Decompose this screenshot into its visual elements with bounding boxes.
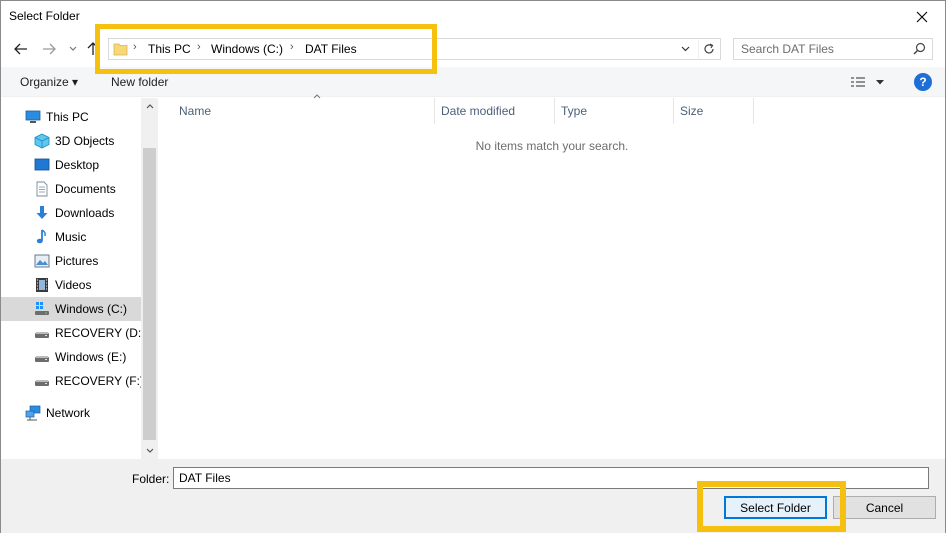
close-button[interactable] [899,1,945,32]
video-icon [34,277,50,293]
folder-icon [113,41,129,60]
scroll-up-button[interactable] [141,98,158,115]
chevron-down-icon [681,46,689,52]
document-icon [34,181,50,197]
chevron-down-icon [146,448,153,453]
search-icon[interactable] [913,42,926,58]
sidebar-item-this-pc[interactable]: This PC [1,105,141,129]
sidebar-item-3d-objects[interactable]: 3D Objects [1,129,141,153]
sidebar-item-documents[interactable]: Documents [1,177,141,201]
change-view-button[interactable] [850,73,890,91]
cancel-button[interactable]: Cancel [833,496,936,519]
dialog-footer: Folder: Select Folder Cancel [1,459,945,533]
sort-ascending-icon [313,94,321,99]
chevron-down-icon [876,79,884,84]
windows-drive-icon [34,301,50,317]
sidebar-item-music[interactable]: Music [1,225,141,249]
navigation-pane: This PC 3D Objects Desktop Documents Dow… [1,98,158,459]
column-header-size[interactable]: Size [674,98,754,124]
address-bar[interactable]: › This PC › Windows (C:) › DAT Files [108,38,721,60]
sidebar-item-network[interactable]: Network [1,401,141,425]
sidebar-item-desktop[interactable]: Desktop [1,153,141,177]
help-button[interactable]: ? [914,73,932,91]
sidebar-item-downloads[interactable]: Downloads [1,201,141,225]
file-list: Name Date modified Type Size No items ma… [159,94,945,459]
network-icon [25,405,41,421]
breadcrumb-windows-c[interactable]: Windows (C:) [211,42,283,56]
picture-icon [34,253,50,269]
select-folder-button[interactable]: Select Folder [724,496,827,519]
desktop-icon [34,157,50,173]
forward-button[interactable] [39,40,59,58]
download-icon [34,205,50,221]
sidebar-item-videos[interactable]: Videos [1,273,141,297]
select-folder-dialog: Select Folder › This PC › Windows (C:) › [0,0,946,533]
empty-message: No items match your search. [475,139,629,153]
drive-icon [34,325,50,341]
scroll-down-button[interactable] [141,442,158,459]
computer-icon [25,109,41,125]
recent-locations-button[interactable] [63,40,83,58]
close-icon [916,11,928,22]
up-button[interactable] [83,40,103,58]
column-header-name[interactable]: Name [173,94,435,124]
refresh-icon [703,43,714,54]
sidebar-item-recovery-f[interactable]: RECOVERY (F:) [1,369,144,393]
sidebar-item-windows-c[interactable]: Windows (C:) [1,297,141,321]
navigation-bar: › This PC › Windows (C:) › DAT Files Sea… [1,32,945,66]
breadcrumb-separator: › [133,41,137,53]
breadcrumb-dat-files[interactable]: DAT Files [305,42,357,56]
forward-arrow-icon [43,43,56,55]
chevron-up-icon [146,104,153,109]
up-arrow-icon [87,42,99,55]
breadcrumb-separator: › [197,41,201,53]
window-title: Select Folder [9,9,80,23]
details-view-icon [851,77,865,87]
sidebar-scrollbar[interactable] [141,98,158,459]
folder-label: Folder: [132,472,170,486]
search-placeholder: Search DAT Files [741,42,834,56]
sidebar-item-pictures[interactable]: Pictures [1,249,141,273]
refresh-button[interactable] [698,40,718,58]
column-header-type[interactable]: Type [555,98,674,124]
breadcrumb-separator: › [290,41,294,53]
sidebar-item-recovery-d[interactable]: RECOVERY (D:) [1,321,145,345]
back-button[interactable] [11,40,31,58]
cube-icon [34,133,50,149]
address-dropdown-button[interactable] [678,41,692,57]
drive-icon [34,349,50,365]
help-label: ? [919,75,927,89]
back-arrow-icon [14,43,27,55]
organize-button[interactable]: Organize ▾ [20,75,78,89]
new-folder-button[interactable]: New folder [111,75,168,89]
folder-name-input[interactable] [173,467,929,489]
music-icon [34,229,50,245]
title-bar: Select Folder [1,1,945,32]
breadcrumb-this-pc[interactable]: This PC [148,42,191,56]
scrollbar-thumb[interactable] [143,148,156,440]
search-box[interactable]: Search DAT Files [733,38,933,60]
drive-icon [34,373,50,389]
sidebar-item-windows-e[interactable]: Windows (E:) [1,345,141,369]
chevron-down-icon [69,46,77,51]
command-bar: Organize ▾ New folder ? [1,67,945,97]
column-header-date-modified[interactable]: Date modified [435,98,555,124]
